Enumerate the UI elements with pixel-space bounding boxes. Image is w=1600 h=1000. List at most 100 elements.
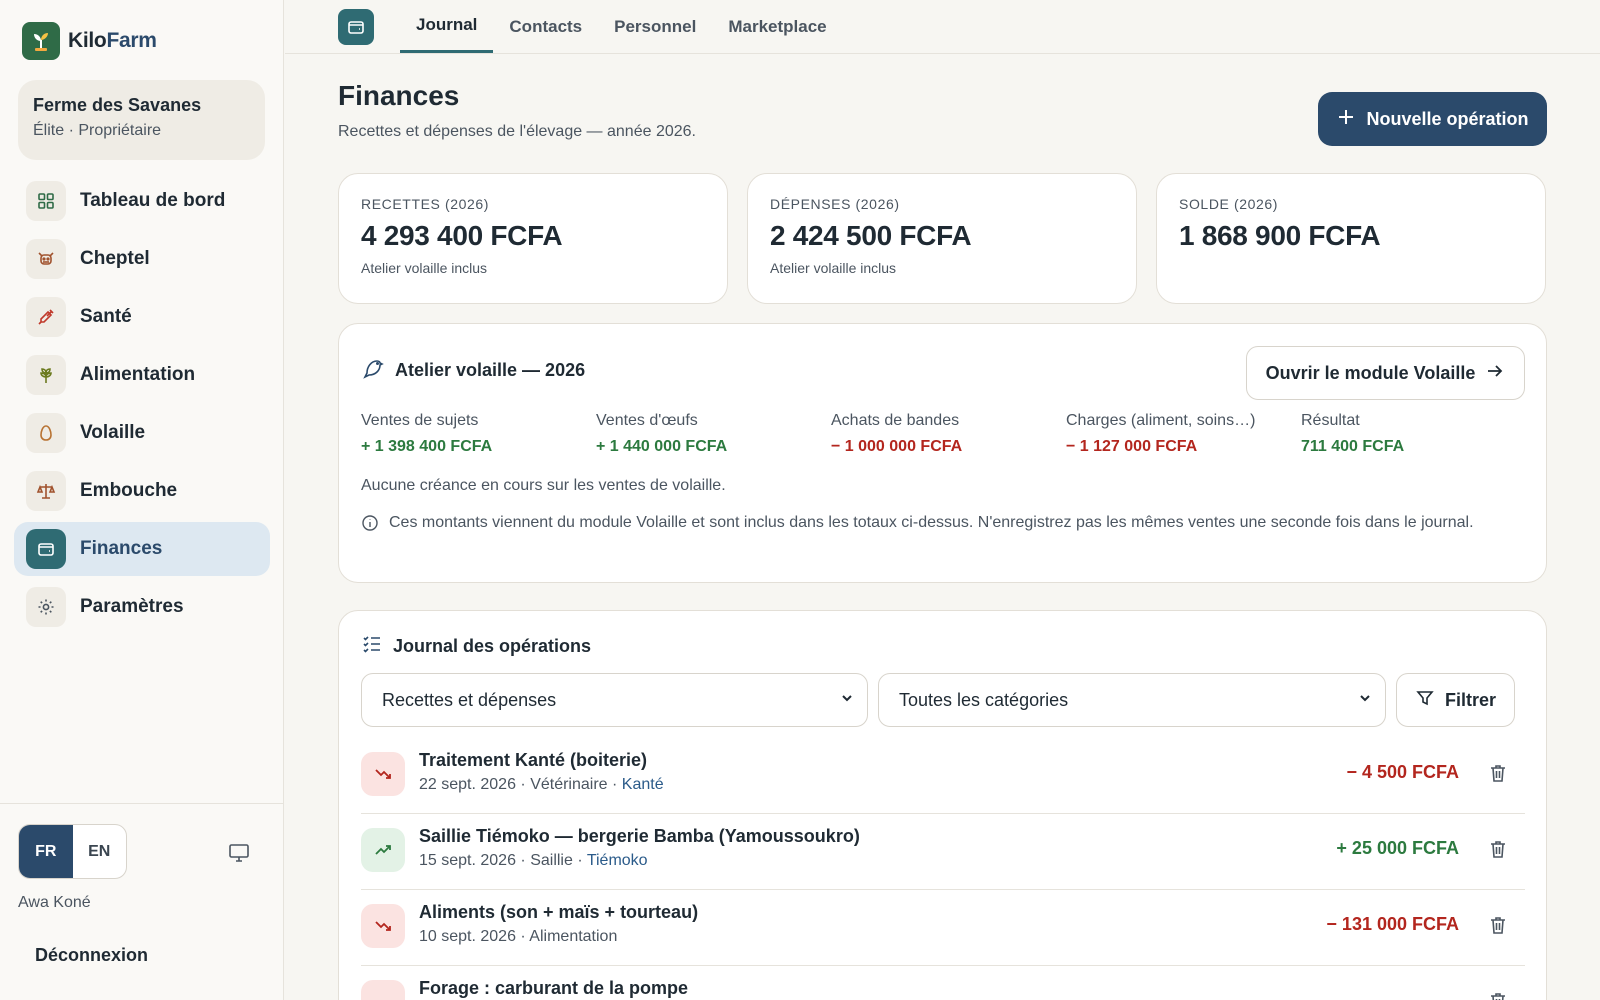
sidebar: KiloFarm Ferme des Savanes Élite · Propr…: [0, 0, 284, 1000]
poultry-summary-card: Atelier volaille — 2026 Ouvrir le module…: [338, 323, 1547, 583]
tab-journal[interactable]: Journal: [400, 0, 494, 53]
chevron-down-icon: [839, 690, 855, 711]
trending-up-icon: [361, 828, 405, 872]
journal-card-header: Journal des opérations: [361, 633, 591, 660]
sidebar-nav: Tableau de bord Cheptel Santé Alimentati…: [14, 174, 270, 638]
wallet-icon: [338, 9, 374, 45]
sidebar-item-label: Cheptel: [80, 248, 150, 269]
metric-label: Achats de bandes: [831, 412, 960, 429]
egg-icon: [26, 413, 66, 453]
metric-sales-animals: Ventes de sujets + 1 398 400 FCFA: [361, 412, 596, 456]
table-row[interactable]: Aliments (son + maïs + tourteau) 10 sept…: [361, 890, 1525, 966]
sidebar-item-label: Embouche: [80, 480, 178, 501]
trash-icon[interactable]: [1487, 990, 1509, 1000]
info-icon: [361, 510, 379, 541]
lang-en-button[interactable]: EN: [73, 825, 127, 878]
info-note: Ces montants viennent du module Volaille…: [361, 510, 1526, 541]
trash-icon[interactable]: [1487, 838, 1509, 865]
stat-card-revenue: RECETTES (2026) 4 293 400 FCFA Atelier v…: [338, 173, 728, 304]
sidebar-item-herd[interactable]: Cheptel: [14, 232, 270, 286]
stat-value: 4 293 400 FCFA: [361, 220, 563, 251]
stat-value: 2 424 500 FCFA: [770, 220, 972, 251]
tab-personnel[interactable]: Personnel: [598, 0, 712, 53]
metric-value: 711 400 FCFA: [1301, 438, 1405, 455]
category-filter-select[interactable]: Toutes les catégories: [878, 673, 1386, 727]
no-claims-text: Aucune créance en cours sur les ventes d…: [361, 477, 726, 494]
tab-contacts[interactable]: Contacts: [493, 0, 598, 53]
sidebar-item-label: Alimentation: [80, 364, 196, 385]
open-poultry-module-button[interactable]: Ouvrir le module Volaille: [1246, 346, 1525, 400]
brand[interactable]: KiloFarm: [22, 22, 157, 60]
sidebar-item-label: Finances: [80, 538, 163, 559]
metric-label: Charges (aliment, soins…): [1066, 412, 1256, 429]
monitor-icon[interactable]: [227, 841, 251, 870]
type-filter-select[interactable]: Recettes et dépenses: [361, 673, 868, 727]
type-filter-value: Recettes et dépenses: [382, 689, 557, 710]
metric-label: Ventes d'œufs: [596, 412, 698, 429]
metric-flock-purchases: Achats de bandes − 1 000 000 FCFA: [831, 412, 1066, 456]
info-text: Ces montants viennent du module Volaille…: [389, 514, 1474, 531]
page-title: Finances: [338, 80, 460, 111]
stat-card-balance: SOLDE (2026) 1 868 900 FCFA: [1156, 173, 1546, 304]
sidebar-item-label: Santé: [80, 306, 132, 327]
logout-button[interactable]: Déconnexion: [35, 945, 148, 966]
poultry-card-header: Atelier volaille — 2026: [361, 356, 585, 385]
plus-icon: [1336, 107, 1356, 132]
metric-charges: Charges (aliment, soins…) − 1 127 000 FC…: [1066, 412, 1301, 456]
trending-down-icon: [361, 980, 405, 1000]
sidebar-item-settings[interactable]: Paramètres: [14, 580, 270, 634]
metric-value: + 1 398 400 FCFA: [361, 438, 493, 455]
chevron-down-icon: [1357, 690, 1373, 711]
row-meta: 10 sept. 2026 · Alimentation: [419, 928, 618, 945]
journal-filters: Recettes et dépenses Toutes les catégori…: [361, 673, 1515, 727]
lang-fr-button[interactable]: FR: [19, 825, 73, 878]
metric-value: + 1 440 000 FCFA: [596, 438, 728, 455]
cow-icon: [26, 239, 66, 279]
row-meta: 15 sept. 2026 · Saillie · Tiémoko: [419, 852, 648, 869]
row-amount: − 4 500 FCFA: [1346, 762, 1459, 782]
farm-role: Élite · Propriétaire: [33, 122, 162, 139]
bird-icon: [361, 356, 385, 385]
sidebar-item-poultry[interactable]: Volaille: [14, 406, 270, 460]
animal-link[interactable]: Kanté: [622, 776, 664, 793]
syringe-icon: [26, 297, 66, 337]
filter-label: Filtrer: [1444, 689, 1496, 710]
sidebar-item-label: Tableau de bord: [80, 190, 226, 211]
arrow-right-icon: [1485, 361, 1505, 386]
table-row[interactable]: Forage : carburant de la pompe: [361, 966, 1525, 1000]
row-amount: + 25 000 FCFA: [1336, 838, 1459, 858]
brand-name: KiloFarm: [68, 29, 157, 52]
open-poultry-label: Ouvrir le module Volaille: [1265, 362, 1476, 383]
sidebar-item-dashboard[interactable]: Tableau de bord: [14, 174, 270, 228]
row-title: Aliments (son + maïs + tourteau): [419, 902, 699, 922]
user-name: Awa Koné: [18, 894, 91, 911]
journal-card: Journal des opérations Recettes et dépen…: [338, 610, 1547, 1000]
row-title: Traitement Kanté (boiterie): [419, 750, 648, 770]
stat-label: RECETTES (2026): [361, 196, 490, 212]
sidebar-item-feeding[interactable]: Alimentation: [14, 348, 270, 402]
sidebar-item-label: Volaille: [80, 422, 146, 443]
row-title: Forage : carburant de la pompe: [419, 978, 689, 998]
poultry-metrics: Ventes de sujets + 1 398 400 FCFA Ventes…: [361, 412, 1536, 456]
wheat-icon: [26, 355, 66, 395]
sidebar-item-finances[interactable]: Finances: [14, 522, 270, 576]
metric-result: Résultat 711 400 FCFA: [1301, 412, 1536, 456]
new-operation-button[interactable]: Nouvelle opération: [1318, 92, 1547, 146]
metric-value: − 1 000 000 FCFA: [831, 438, 963, 455]
language-toggle: FR EN: [18, 824, 127, 879]
farm-switcher[interactable]: Ferme des Savanes Élite · Propriétaire: [18, 80, 265, 160]
table-row[interactable]: Traitement Kanté (boiterie) 22 sept. 202…: [361, 738, 1525, 814]
table-row[interactable]: Saillie Tiémoko — bergerie Bamba (Yamous…: [361, 814, 1525, 890]
filter-button[interactable]: Filtrer: [1396, 673, 1515, 727]
stat-value: 1 868 900 FCFA: [1179, 220, 1381, 251]
stat-label: DÉPENSES (2026): [770, 196, 900, 212]
tab-marketplace[interactable]: Marketplace: [712, 0, 842, 53]
sidebar-item-health[interactable]: Santé: [14, 290, 270, 344]
metric-label: Résultat: [1301, 412, 1360, 429]
animal-link[interactable]: Tiémoko: [587, 852, 648, 869]
trash-icon[interactable]: [1487, 914, 1509, 941]
sidebar-item-fattening[interactable]: Embouche: [14, 464, 270, 518]
metric-sales-eggs: Ventes d'œufs + 1 440 000 FCFA: [596, 412, 831, 456]
trash-icon[interactable]: [1487, 762, 1509, 789]
new-operation-label: Nouvelle opération: [1366, 108, 1529, 129]
